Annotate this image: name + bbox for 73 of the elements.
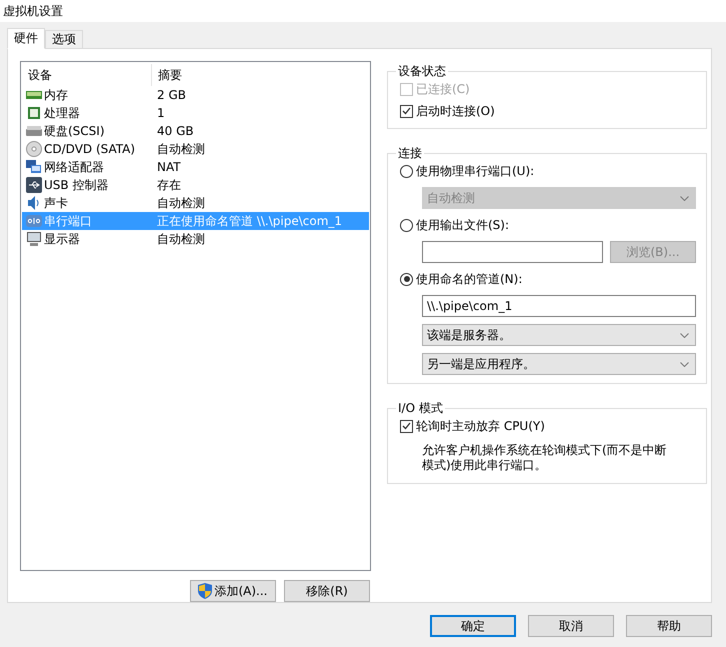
checkbox[interactable] xyxy=(400,420,413,432)
device-name: 声卡 xyxy=(44,194,68,212)
checkmark-icon xyxy=(402,107,411,115)
hard-disk-icon xyxy=(26,123,42,139)
chevron-down-icon xyxy=(680,362,689,366)
dialog-button[interactable]: 确定 xyxy=(430,615,516,637)
group-title: 设备状态 xyxy=(397,63,447,80)
tab[interactable]: 硬件 xyxy=(7,28,45,49)
device-name: 显示器 xyxy=(44,230,80,248)
checkbox-label: 启动时连接(O) xyxy=(416,102,495,120)
checkbox-option[interactable]: 启动时连接(O) xyxy=(400,102,696,120)
device-name: 串行端口 xyxy=(44,212,92,230)
list-button[interactable]: 添加(A)... xyxy=(190,580,276,602)
device-summary: 自动检测 xyxy=(156,194,206,212)
device-row[interactable]: 硬盘(SCSI) 40 GB xyxy=(22,122,369,140)
window-title: 虚拟机设置 xyxy=(3,2,63,20)
radio-option[interactable]: 使用输出文件(S): xyxy=(400,216,696,234)
device-row[interactable]: 显示器 自动检测 xyxy=(22,230,369,248)
device-summary: 40 GB xyxy=(156,124,195,138)
radio-option[interactable]: 使用命名的管道(N): xyxy=(400,270,696,288)
device-summary: 自动检测 xyxy=(156,230,206,248)
monitor-icon xyxy=(26,231,42,247)
device-row[interactable]: 网络适配器 NAT xyxy=(22,158,369,176)
tab[interactable]: 选项 xyxy=(45,30,83,49)
checkbox-option[interactable]: 轮询时主动放弃 CPU(Y) xyxy=(400,417,696,435)
pipe-name-field[interactable]: \\.\pipe\com_1 xyxy=(422,295,696,317)
device-name: 硬盘(SCSI) xyxy=(44,122,105,140)
device-summary: 自动检测 xyxy=(156,140,206,158)
network-icon xyxy=(26,159,42,175)
radio-label: 使用输出文件(S): xyxy=(416,216,510,234)
chevron-down-icon xyxy=(680,332,689,338)
dropdown[interactable]: 另一端是应用程序。 xyxy=(422,353,696,375)
dialog-button[interactable]: 帮助 xyxy=(626,615,712,637)
checkbox-label: 已连接(C) xyxy=(416,80,470,98)
column-header[interactable]: 设备 xyxy=(28,66,52,84)
shield-icon xyxy=(198,583,212,599)
device-row[interactable]: CD/DVD (SATA) 自动检测 xyxy=(22,140,369,158)
radio-option[interactable]: 使用物理串行端口(U): xyxy=(400,162,696,180)
usb-icon xyxy=(26,177,42,193)
description-text: 允许客户机操作系统在轮询模式下(而不是中断模式)使用此串行端口。 xyxy=(422,443,668,473)
device-name: 网络适配器 xyxy=(44,158,104,176)
list-button[interactable]: 移除(R) xyxy=(284,580,370,602)
device-row[interactable]: 内存 2 GB xyxy=(22,86,369,104)
device-summary: 正在使用命名管道 \\.\pipe\com_1 xyxy=(156,212,344,230)
device-row[interactable]: 声卡 自动检测 xyxy=(22,194,369,212)
device-name: 处理器 xyxy=(44,104,80,122)
group-title: I/O 模式 xyxy=(397,400,444,417)
device-name: USB 控制器 xyxy=(44,176,108,194)
radio-label: 使用物理串行端口(U): xyxy=(416,162,534,180)
device-name: 内存 xyxy=(44,86,68,104)
device-summary: NAT xyxy=(156,160,182,174)
group-title: 连接 xyxy=(397,145,423,162)
device-summary: 1 xyxy=(156,106,166,120)
checkmark-icon xyxy=(402,422,411,430)
radio-button[interactable] xyxy=(400,164,413,178)
checkbox[interactable] xyxy=(400,104,413,118)
chevron-down-icon xyxy=(680,196,689,200)
dialog-button[interactable]: 取消 xyxy=(528,615,614,637)
chip-icon xyxy=(26,105,42,121)
device-name: CD/DVD (SATA) xyxy=(44,142,136,156)
device-row[interactable]: 处理器 1 xyxy=(22,104,369,122)
disc-icon xyxy=(26,141,42,157)
column-header[interactable]: 摘要 xyxy=(158,66,182,84)
radio-label: 使用命名的管道(N): xyxy=(416,270,522,288)
dropdown[interactable]: 该端是服务器。 xyxy=(422,324,696,346)
device-row[interactable]: USB 控制器 存在 xyxy=(22,176,369,194)
device-summary: 2 GB xyxy=(156,88,187,102)
device-summary: 存在 xyxy=(156,176,182,194)
radio-button[interactable] xyxy=(400,272,413,286)
checkbox-label: 轮询时主动放弃 CPU(Y) xyxy=(416,418,545,434)
file-path-field[interactable] xyxy=(422,241,603,263)
serial-port-icon xyxy=(26,213,42,229)
radio-button[interactable] xyxy=(400,218,413,232)
